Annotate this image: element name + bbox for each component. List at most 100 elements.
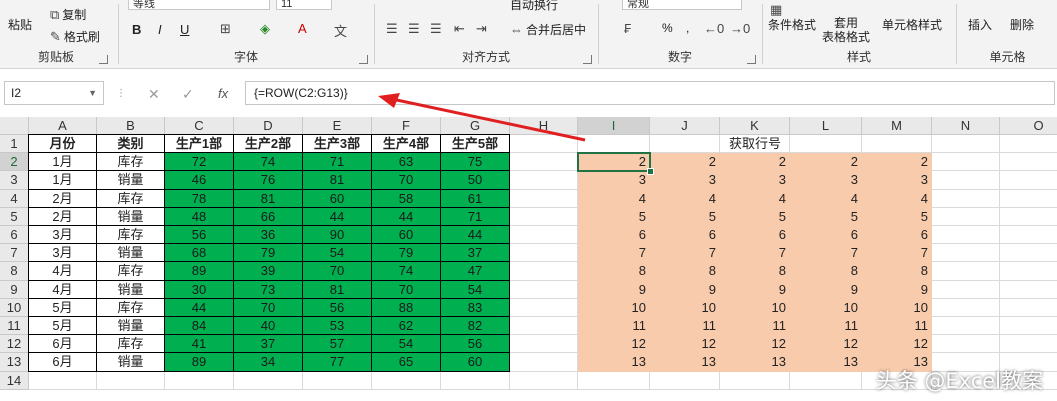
cell-c4[interactable]: 78 <box>165 189 234 208</box>
cell-l7[interactable]: 7 <box>790 244 862 263</box>
cell-h6[interactable] <box>510 226 578 245</box>
insert-button[interactable]: 插入 <box>968 16 992 33</box>
column-header-b[interactable]: B <box>97 117 165 135</box>
cell-m10[interactable]: 10 <box>862 298 932 317</box>
cell-n7[interactable] <box>932 244 1000 263</box>
cell-m9[interactable]: 9 <box>862 280 932 299</box>
cell-g12[interactable]: 56 <box>441 335 510 354</box>
cell-a5[interactable]: 2月 <box>29 207 97 226</box>
row-header-2[interactable]: 2 <box>0 153 29 172</box>
cell-f4[interactable]: 58 <box>372 189 441 208</box>
chevron-down-icon[interactable]: ▼ <box>88 82 97 104</box>
cell-n8[interactable] <box>932 262 1000 281</box>
cell-c9[interactable]: 30 <box>165 280 234 299</box>
cell-c1[interactable]: 生产1部 <box>165 135 234 154</box>
cell-n10[interactable] <box>932 298 1000 317</box>
decrease-indent-button[interactable]: ⇤ <box>454 21 468 37</box>
cell-m8[interactable]: 8 <box>862 262 932 281</box>
cell-l8[interactable]: 8 <box>790 262 862 281</box>
cell-l9[interactable]: 9 <box>790 280 862 299</box>
cell-i14[interactable] <box>578 371 650 390</box>
cell-d1[interactable]: 生产2部 <box>234 135 303 154</box>
row-header-14[interactable]: 14 <box>0 371 29 390</box>
cell-h2[interactable] <box>510 153 578 172</box>
delete-button[interactable]: 删除 <box>1010 16 1034 33</box>
cell-a4[interactable]: 2月 <box>29 189 97 208</box>
cell-b14[interactable] <box>97 371 165 390</box>
cell-m3[interactable]: 3 <box>862 171 932 190</box>
cell-e2[interactable]: 71 <box>303 153 372 172</box>
cell-o9[interactable] <box>1000 281 1057 299</box>
align-center-button[interactable]: ☰ <box>408 21 423 37</box>
cell-f3[interactable]: 70 <box>372 171 441 190</box>
cell-b10[interactable]: 库存 <box>97 298 165 317</box>
column-header-d[interactable]: D <box>234 117 303 135</box>
cell-i5[interactable]: 5 <box>578 207 650 226</box>
cell-n6[interactable] <box>932 226 1000 245</box>
cell-m4[interactable]: 4 <box>862 189 932 208</box>
cell-i9[interactable]: 9 <box>578 280 650 299</box>
cell-h11[interactable] <box>510 317 578 336</box>
cell-c10[interactable]: 44 <box>165 298 234 317</box>
increase-decimal-button[interactable]: ←0 <box>704 21 727 36</box>
cell-n5[interactable] <box>932 207 1000 226</box>
cell-a14[interactable] <box>29 371 97 390</box>
cell-e3[interactable]: 81 <box>303 171 372 190</box>
cell-e1[interactable]: 生产3部 <box>303 135 372 154</box>
select-all-corner[interactable] <box>0 117 29 135</box>
cell-i12[interactable]: 12 <box>578 335 650 354</box>
cell-c6[interactable]: 56 <box>165 226 234 245</box>
cell-b6[interactable]: 库存 <box>97 226 165 245</box>
cell-b3[interactable]: 销量 <box>97 171 165 190</box>
copy-button[interactable]: ⧉ 复制 <box>50 6 86 23</box>
cell-f2[interactable]: 63 <box>372 153 441 172</box>
cell-k5[interactable]: 5 <box>720 207 790 226</box>
cell-l11[interactable]: 11 <box>790 317 862 336</box>
cell-f6[interactable]: 60 <box>372 226 441 245</box>
cell-b11[interactable]: 销量 <box>97 317 165 336</box>
column-header-j[interactable]: J <box>650 117 720 135</box>
font-name-input[interactable]: 等线 <box>128 0 270 10</box>
cell-k3[interactable]: 3 <box>720 171 790 190</box>
percent-button[interactable]: % <box>662 21 673 35</box>
cell-h8[interactable] <box>510 262 578 281</box>
cell-f13[interactable]: 65 <box>372 353 441 372</box>
cell-a3[interactable]: 1月 <box>29 171 97 190</box>
name-box[interactable]: I2 ▼ <box>4 81 104 105</box>
column-header-o[interactable]: O <box>1000 117 1057 135</box>
enter-check-icon[interactable]: ✓ <box>182 86 194 103</box>
cell-d9[interactable]: 73 <box>234 280 303 299</box>
cell-j12[interactable]: 12 <box>650 335 720 354</box>
cell-i4[interactable]: 4 <box>578 189 650 208</box>
column-header-h[interactable]: H <box>510 117 578 135</box>
cell-g11[interactable]: 82 <box>441 317 510 336</box>
cell-f10[interactable]: 88 <box>372 298 441 317</box>
cell-c5[interactable]: 48 <box>165 207 234 226</box>
clipboard-launcher-icon[interactable]: ↘ <box>99 55 108 64</box>
cell-m2[interactable]: 2 <box>862 153 932 172</box>
fill-handle[interactable] <box>647 168 654 176</box>
cell-c11[interactable]: 84 <box>165 317 234 336</box>
cell-f8[interactable]: 74 <box>372 262 441 281</box>
cell-n11[interactable] <box>932 317 1000 336</box>
cell-j7[interactable]: 7 <box>650 244 720 263</box>
comma-button[interactable]: , <box>686 21 689 35</box>
number-launcher-icon[interactable]: ↘ <box>747 55 756 64</box>
column-header-l[interactable]: L <box>790 117 862 135</box>
cell-j2[interactable]: 2 <box>650 153 720 172</box>
cell-h5[interactable] <box>510 207 578 226</box>
column-header-a[interactable]: A <box>29 117 97 135</box>
font-size-input[interactable]: 11 <box>276 0 332 10</box>
cell-i7[interactable]: 7 <box>578 244 650 263</box>
cell-b9[interactable]: 销量 <box>97 280 165 299</box>
cell-j5[interactable]: 5 <box>650 207 720 226</box>
row-header-7[interactable]: 7 <box>0 244 29 263</box>
cell-h7[interactable] <box>510 244 578 263</box>
font-color-button[interactable]: A <box>298 21 310 36</box>
column-header-g[interactable]: G <box>441 117 510 135</box>
cell-j11[interactable]: 11 <box>650 317 720 336</box>
format-painter-button[interactable]: ✎ 格式刷 <box>50 28 100 45</box>
cell-d6[interactable]: 36 <box>234 226 303 245</box>
cell-e13[interactable]: 77 <box>303 353 372 372</box>
cell-f5[interactable]: 44 <box>372 207 441 226</box>
